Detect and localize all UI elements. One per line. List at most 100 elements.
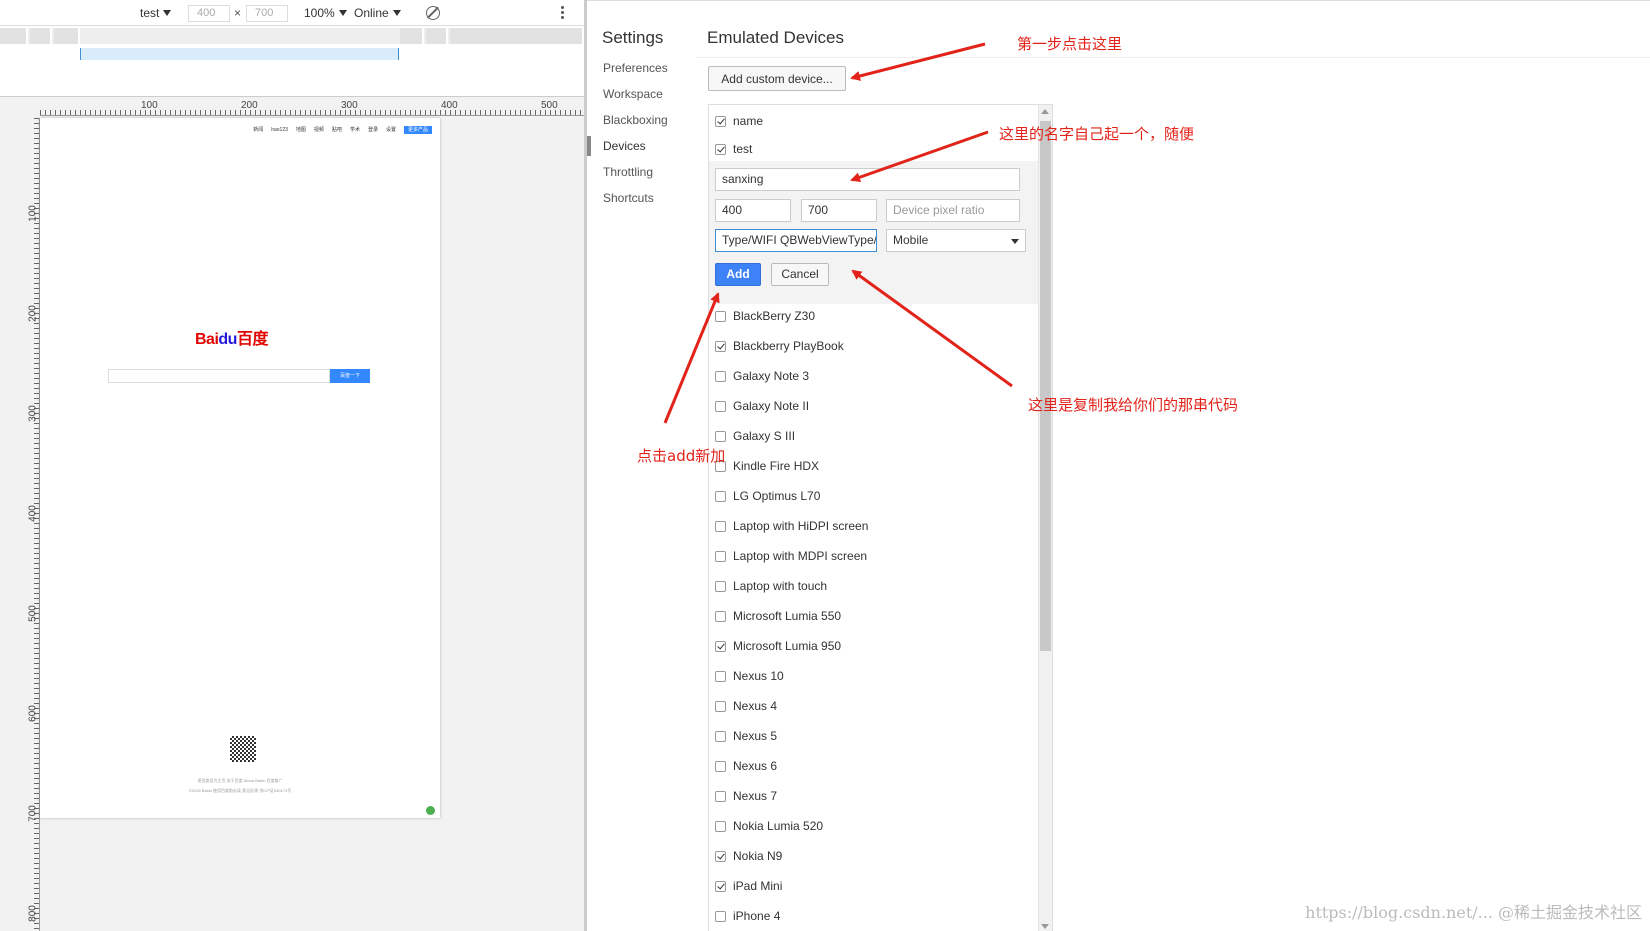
- device-select[interactable]: test: [140, 5, 172, 21]
- ruler-label: 700: [27, 805, 39, 822]
- device-name-input[interactable]: sanxing: [715, 168, 1020, 191]
- user-agent-input[interactable]: Type/WIFI QBWebViewType/1: [715, 229, 877, 252]
- baidu-search-button[interactable]: 百度一下: [330, 369, 370, 383]
- checkbox[interactable]: [715, 911, 726, 922]
- nav-blackboxing[interactable]: Blackboxing: [587, 107, 697, 133]
- nav-shortcuts[interactable]: Shortcuts: [587, 185, 697, 211]
- checkbox[interactable]: [715, 401, 726, 412]
- scroll-up-icon[interactable]: [1041, 109, 1049, 114]
- scrollbar-thumb[interactable]: [1040, 121, 1051, 651]
- baidu-nav-link[interactable]: 视频: [314, 127, 324, 133]
- add-button[interactable]: Add: [715, 263, 761, 286]
- ruler-label: 300: [341, 100, 358, 111]
- list-item[interactable]: LG Optimus L70: [715, 486, 820, 506]
- list-item[interactable]: Nexus 5: [715, 726, 777, 746]
- nav-throttling[interactable]: Throttling: [587, 159, 697, 185]
- checkbox[interactable]: [715, 851, 726, 862]
- emulated-viewport[interactable]: 新闻 hao123 地图 视频 贴吧 学术 登录 设置 更多产品 Baidu百度 百度一下 把百…: [40, 118, 440, 818]
- baidu-footer-links[interactable]: 把百度设为主页 关于百度 About Baidu 百度推广: [40, 778, 440, 784]
- baidu-nav-link[interactable]: hao123: [271, 127, 288, 133]
- list-item[interactable]: name: [715, 111, 763, 131]
- settings-nav: Preferences Workspace Blackboxing Device…: [587, 55, 697, 211]
- device-height-input[interactable]: 700: [801, 199, 877, 222]
- cancel-button[interactable]: Cancel: [771, 263, 829, 286]
- more-options-icon[interactable]: [561, 6, 565, 20]
- checkbox[interactable]: [715, 731, 726, 742]
- list-item[interactable]: Nexus 7: [715, 786, 777, 806]
- checkbox[interactable]: [715, 701, 726, 712]
- list-item[interactable]: iPhone 4: [715, 906, 780, 926]
- qr-code-icon: [230, 736, 256, 762]
- list-item[interactable]: Nexus 6: [715, 756, 777, 776]
- checkbox[interactable]: [715, 821, 726, 832]
- baidu-nav-link[interactable]: 贴吧: [332, 127, 342, 133]
- device-width-input[interactable]: 400: [715, 199, 791, 222]
- annotation-code: 这里是复制我给你们的那串代码: [1028, 396, 1239, 414]
- checkbox[interactable]: [715, 791, 726, 802]
- device-type-value: Mobile: [893, 233, 929, 247]
- baidu-nav-link[interactable]: 地图: [296, 127, 306, 133]
- throttle-select[interactable]: Online: [354, 5, 401, 21]
- checkbox[interactable]: [715, 881, 726, 892]
- list-item[interactable]: Nokia Lumia 520: [715, 816, 823, 836]
- baidu-nav-link[interactable]: 登录: [368, 127, 378, 133]
- checkbox[interactable]: [715, 761, 726, 772]
- list-item[interactable]: Kindle Fire HDX: [715, 456, 819, 476]
- media-query-selection[interactable]: [80, 48, 399, 60]
- checkbox[interactable]: [715, 611, 726, 622]
- nav-preferences[interactable]: Preferences: [587, 55, 697, 81]
- device-type-select[interactable]: Mobile: [886, 229, 1026, 252]
- ruler-label: 100: [27, 205, 39, 222]
- list-item[interactable]: Laptop with touch: [715, 576, 827, 596]
- device-label: name: [733, 114, 764, 128]
- checkbox[interactable]: [715, 144, 726, 155]
- media-query-bar[interactable]: [0, 28, 584, 44]
- checkbox[interactable]: [715, 431, 726, 442]
- baidu-search-input[interactable]: [108, 369, 330, 383]
- checkbox[interactable]: [715, 311, 726, 322]
- checkbox[interactable]: [715, 521, 726, 532]
- add-custom-device-button[interactable]: Add custom device...: [708, 66, 846, 91]
- list-item[interactable]: Galaxy Note II: [715, 396, 809, 416]
- dimension-separator: ×: [234, 6, 242, 20]
- baidu-nav-link[interactable]: 新闻: [253, 127, 263, 133]
- device-pixel-ratio-input[interactable]: Device pixel ratio: [886, 199, 1020, 222]
- list-item[interactable]: iPad Mini: [715, 876, 782, 896]
- nav-devices[interactable]: Devices: [587, 133, 697, 159]
- rotate-icon[interactable]: [426, 6, 440, 20]
- list-item[interactable]: Galaxy Note 3: [715, 366, 809, 386]
- list-item[interactable]: Galaxy S III: [715, 426, 795, 446]
- list-item[interactable]: Nokia N9: [715, 846, 782, 866]
- custom-device-editor: sanxing 400 700 Device pixel ratio Type/…: [709, 161, 1040, 304]
- list-item[interactable]: Microsoft Lumia 550: [715, 606, 841, 626]
- list-item[interactable]: Microsoft Lumia 950: [715, 636, 841, 656]
- checkbox[interactable]: [715, 581, 726, 592]
- list-item[interactable]: Nexus 10: [715, 666, 784, 686]
- list-item[interactable]: Laptop with MDPI screen: [715, 546, 867, 566]
- baidu-nav-link[interactable]: 设置: [386, 127, 396, 133]
- list-item[interactable]: Blackberry PlayBook: [715, 336, 844, 356]
- scroll-down-icon[interactable]: [1041, 924, 1049, 929]
- checkbox[interactable]: [715, 491, 726, 502]
- list-item[interactable]: BlackBerry Z30: [715, 306, 815, 326]
- zoom-select[interactable]: 100%: [304, 5, 347, 21]
- ruler-label: 400: [441, 100, 458, 111]
- height-input[interactable]: 700: [246, 5, 288, 22]
- checkbox[interactable]: [715, 341, 726, 352]
- baidu-nav-link[interactable]: 学术: [350, 127, 360, 133]
- baidu-more-products[interactable]: 更多产品: [403, 126, 432, 134]
- checkbox[interactable]: [715, 551, 726, 562]
- width-input[interactable]: 400: [188, 5, 230, 22]
- list-item[interactable]: test: [715, 139, 752, 159]
- list-item[interactable]: Nexus 4: [715, 696, 777, 716]
- nav-workspace[interactable]: Workspace: [587, 81, 697, 107]
- checkbox[interactable]: [715, 641, 726, 652]
- ruler-label: 400: [27, 505, 39, 522]
- checkbox[interactable]: [715, 116, 726, 127]
- checkbox[interactable]: [715, 671, 726, 682]
- list-scrollbar[interactable]: [1038, 105, 1052, 931]
- checkbox[interactable]: [715, 371, 726, 382]
- shield-icon: [426, 806, 435, 815]
- list-item[interactable]: Laptop with HiDPI screen: [715, 516, 868, 536]
- device-label: Nokia Lumia 520: [733, 819, 824, 833]
